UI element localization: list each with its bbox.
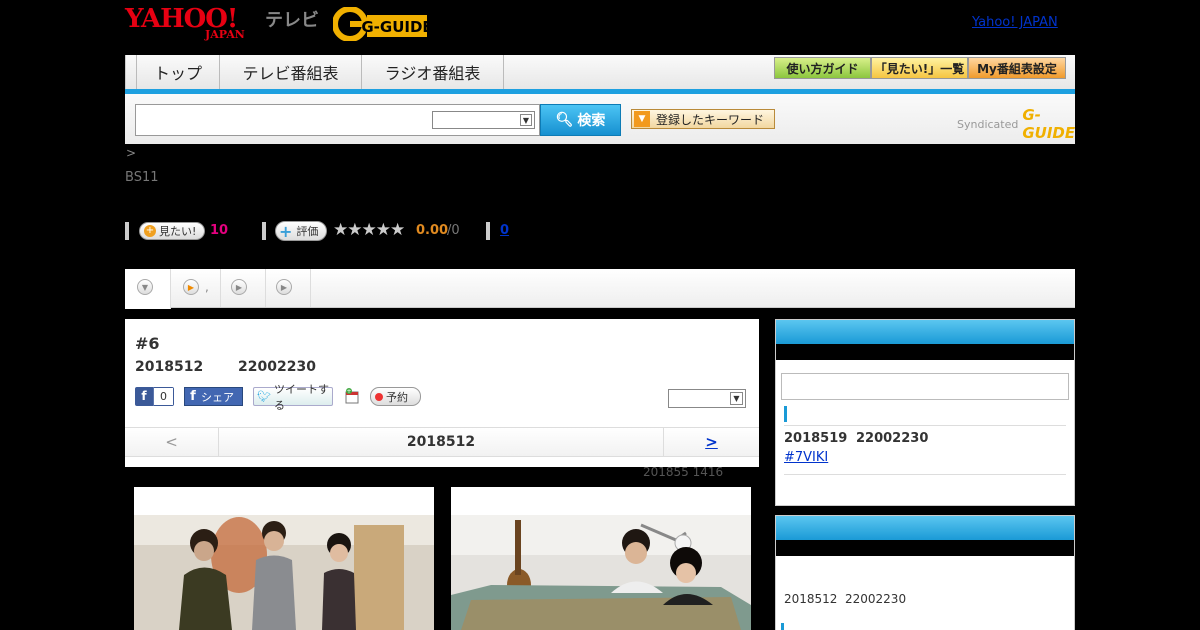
sidebar-search-input[interactable] xyxy=(781,373,1069,400)
my-guide-settings-button[interactable]: My番組表設定 xyxy=(968,57,1066,79)
channel-name: BS11 xyxy=(125,170,159,185)
gguide-small-logo: G-GUIDE xyxy=(1022,106,1076,142)
want-to-watch-label: 見たい! xyxy=(159,225,197,238)
tv-label: テレビ xyxy=(265,10,319,31)
facebook-icon: f xyxy=(135,387,154,406)
breadcrumb[interactable]: > xyxy=(126,146,136,160)
rating-count: /0 xyxy=(447,223,460,238)
yahoo-japan-logo[interactable]: YAHOO! JAPAN xyxy=(125,6,245,42)
registered-keyword-button[interactable]: ▼ 登録したキーワード xyxy=(631,109,775,129)
pager-current-date: 2018512 xyxy=(406,434,476,450)
episode-photo-1[interactable] xyxy=(134,487,434,630)
facebook-like-count: 0 xyxy=(154,388,173,405)
nav-tab-tv-guide[interactable]: テレビ番組表 xyxy=(220,55,362,89)
tab-1[interactable]: ▼ xyxy=(125,269,171,309)
divider xyxy=(784,425,1066,426)
broadcast-schedule-box: 2018512 22002230 xyxy=(775,515,1075,630)
want-list-button[interactable]: 「見たい!」一覧 xyxy=(871,57,968,79)
tweet-label: ツイートする xyxy=(273,382,329,412)
photo-image-2 xyxy=(451,515,751,630)
facebook-share-button[interactable]: f シェア xyxy=(184,387,243,406)
schedule-time: 22002230 xyxy=(845,592,907,606)
facebook-share-label: シェア xyxy=(201,390,234,404)
episode-time: 22002230 xyxy=(238,359,316,375)
play-icon: ▶ xyxy=(183,279,199,295)
facebook-icon: f xyxy=(190,389,196,404)
gguide-logo[interactable]: G-GUIDE xyxy=(332,6,433,42)
photo-image-1 xyxy=(134,515,434,630)
episode-date: 2018512 xyxy=(135,359,204,375)
rating-stars-icon: ★★★★★ xyxy=(333,220,405,240)
svg-text:+: + xyxy=(346,388,351,395)
chevron-down-icon: ▼ xyxy=(520,114,532,126)
separator xyxy=(486,222,490,240)
episode-pager: < 2018512 > xyxy=(125,427,759,457)
rating-score: 0.00 xyxy=(416,223,449,238)
calendar-add-icon[interactable]: + xyxy=(344,388,360,404)
tab-2[interactable]: ▶ , xyxy=(171,269,221,307)
play-icon: ▶ xyxy=(276,279,292,295)
episode-panel: #6 2018512 22002230 f 0 f シェア 🐦︎ ツイートする … xyxy=(125,319,759,467)
program-tabs: ▼ ▶ , ▶ ▶ xyxy=(125,269,1075,309)
guide-button[interactable]: 使い方ガイド xyxy=(774,57,871,79)
reserve-recording-button[interactable]: 予約 xyxy=(370,387,421,406)
search-button[interactable]: 🔍︎ 検索 xyxy=(540,104,621,136)
gguide-logo-icon: G-GUIDE xyxy=(332,6,433,42)
next-broadcast-subheader xyxy=(776,344,1074,360)
syndicated-gguide-logo: Syndicated G-GUIDE xyxy=(957,106,1075,142)
gguide-logo-text: G-GUIDE xyxy=(361,18,432,36)
page: YAHOO! JAPAN テレビ G-GUIDE Yahoo! JAPAN トッ… xyxy=(0,0,1200,630)
section-marker xyxy=(784,406,787,422)
registered-keyword-label: 登録したキーワード xyxy=(656,112,765,127)
rate-button[interactable]: + 評価 xyxy=(275,221,327,241)
tab-3[interactable]: ▶ xyxy=(221,269,266,307)
next-broadcast-date: 2018519 xyxy=(784,431,848,446)
episode-select[interactable]: ▼ xyxy=(668,389,746,408)
pager-prev[interactable]: < xyxy=(125,428,219,456)
search-category-select[interactable]: ▼ xyxy=(432,111,535,129)
search-button-label: 検索 xyxy=(577,113,606,129)
plus-icon: + xyxy=(279,221,293,241)
reserve-label: 予約 xyxy=(386,390,408,404)
tweet-button[interactable]: 🐦︎ ツイートする xyxy=(253,383,333,412)
next-episode-link[interactable]: #7VIKI xyxy=(784,450,828,465)
calendar-icon-svg: + xyxy=(345,388,359,404)
search-bar: ▼ 🔍︎ 検索 ▼ 登録したキーワード Syndicated G-GUIDE xyxy=(125,94,1075,144)
separator xyxy=(125,222,129,240)
tab-2-label: , xyxy=(205,280,209,294)
separator xyxy=(262,222,266,240)
want-to-watch-button[interactable]: + 見たい! xyxy=(139,222,205,240)
twitter-bird-icon: 🐦︎ xyxy=(257,390,271,403)
review-count-link[interactable]: 0 xyxy=(500,223,509,238)
search-icon: 🔍︎ xyxy=(555,112,574,128)
broadcast-schedule-header xyxy=(776,516,1074,540)
episode-photo-2[interactable] xyxy=(451,487,751,630)
next-broadcast-box: 2018519 22002230 #7VIKI xyxy=(775,319,1075,506)
schedule-date: 2018512 xyxy=(784,592,838,606)
plus-icon: + xyxy=(144,225,156,237)
broadcast-schedule-subheader xyxy=(776,540,1074,556)
rate-label: 評価 xyxy=(296,225,319,238)
updated-timestamp: 201855 1416 xyxy=(643,465,724,479)
triangle-down-icon: ▼ xyxy=(634,111,650,127)
episode-title: #6 xyxy=(135,334,160,353)
chevron-down-icon: ▼ xyxy=(730,392,743,405)
pager-next[interactable]: > xyxy=(663,428,759,456)
record-dot-icon xyxy=(375,392,383,401)
want-count: 10 xyxy=(210,223,229,238)
global-nav: トップ テレビ番組表 ラジオ番組表 使い方ガイド 「見たい!」一覧 My番組表設… xyxy=(125,55,1075,91)
divider xyxy=(784,474,1066,475)
next-broadcast-header xyxy=(776,320,1074,344)
nav-tab-radio-guide[interactable]: ラジオ番組表 xyxy=(362,55,504,89)
tab-4[interactable]: ▶ xyxy=(266,269,311,307)
yahoo-japan-link[interactable]: Yahoo! JAPAN xyxy=(972,15,1058,30)
yahoo-logo-sub: JAPAN xyxy=(205,28,245,41)
next-broadcast-time: 22002230 xyxy=(856,431,929,446)
chevron-down-icon: ▼ xyxy=(137,279,153,295)
section-marker xyxy=(781,623,784,630)
syndicated-label: Syndicated xyxy=(957,117,1019,131)
facebook-like-button[interactable]: f 0 xyxy=(135,387,174,406)
play-icon: ▶ xyxy=(231,279,247,295)
nav-tab-top[interactable]: トップ xyxy=(136,55,220,89)
